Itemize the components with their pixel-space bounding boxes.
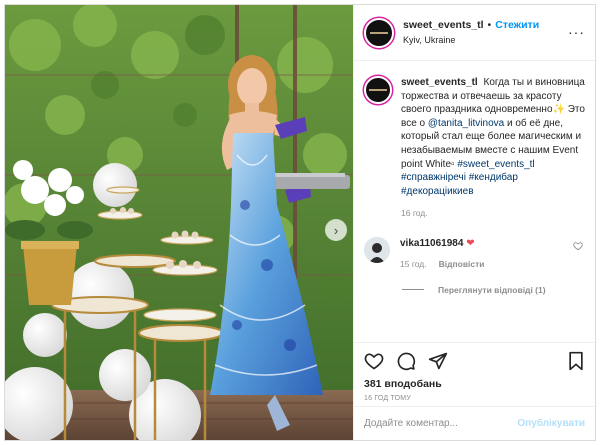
publish-button[interactable]: Опублікувати bbox=[517, 418, 585, 429]
separator-dot: • bbox=[487, 18, 492, 31]
photo-illustration bbox=[5, 5, 353, 440]
post-header: sweet_events_tl • Стежити Kyiv, Ukraine … bbox=[354, 5, 595, 61]
hashtag-link[interactable]: #декорацiикиев bbox=[401, 186, 474, 197]
post-actions: 381 вподобань 16 ГОД ТОМУ bbox=[354, 342, 595, 402]
post-dialog: › sweet_events_tl • Стежити Kyiv, Ukrain… bbox=[4, 4, 596, 441]
caption-avatar[interactable] bbox=[364, 76, 392, 104]
like-heart-icon[interactable] bbox=[364, 351, 384, 371]
reply-button[interactable]: Відповісти bbox=[439, 258, 485, 271]
location-link[interactable]: Kyiv, Ukraine bbox=[403, 34, 539, 47]
caption-text-end: ▫ bbox=[451, 158, 455, 170]
post-timestamp[interactable]: 16 ГОД ТОМУ bbox=[364, 395, 585, 402]
add-comment-bar: Опублікувати bbox=[354, 406, 595, 440]
view-replies-button[interactable]: Переглянути відповіді (1) bbox=[402, 285, 585, 295]
next-photo-arrow-icon[interactable]: › bbox=[325, 219, 347, 241]
comment-heart-emoji: ❤ bbox=[466, 237, 475, 249]
comment-username[interactable]: vika11061984 bbox=[400, 238, 463, 249]
post-caption: sweet_events_tl Когда ты и виновница тор… bbox=[364, 76, 585, 221]
profile-avatar[interactable] bbox=[364, 17, 394, 48]
follow-button[interactable]: Стежити bbox=[495, 19, 539, 32]
post-photo[interactable]: › bbox=[5, 5, 353, 440]
comment-item: vika11061984 ❤ 15 год. Відповісти bbox=[364, 236, 585, 271]
comment-like-heart-icon[interactable] bbox=[573, 241, 583, 254]
mention-link[interactable]: @tanita_litvinova bbox=[428, 118, 504, 129]
more-options-icon[interactable]: ··· bbox=[568, 25, 585, 39]
bookmark-icon[interactable] bbox=[567, 351, 585, 371]
comment-input[interactable] bbox=[364, 418, 518, 429]
comment-time[interactable]: 15 год. bbox=[400, 258, 427, 271]
comment-bubble-icon[interactable] bbox=[396, 351, 416, 371]
caption-username[interactable]: sweet_events_tl bbox=[401, 77, 478, 88]
hashtag-link[interactable]: #кендибар bbox=[469, 172, 518, 183]
view-replies-label: Переглянути відповіді (1) bbox=[438, 284, 546, 295]
likes-count[interactable]: 381 вподобань bbox=[364, 378, 585, 390]
share-send-icon[interactable] bbox=[428, 351, 448, 371]
hashtag-link[interactable]: #справжнiречi bbox=[401, 172, 466, 183]
comment-avatar[interactable] bbox=[364, 236, 390, 263]
hashtag-link[interactable]: #sweet_events_tl bbox=[457, 159, 534, 170]
profile-username[interactable]: sweet_events_tl bbox=[403, 19, 484, 32]
sparkle-emoji: ✨ bbox=[552, 104, 565, 116]
caption-time[interactable]: 16 год. bbox=[401, 207, 585, 221]
post-sidebar: sweet_events_tl • Стежити Kyiv, Ukraine … bbox=[353, 5, 595, 440]
comments-section: sweet_events_tl Когда ты и виновница тор… bbox=[354, 62, 595, 342]
